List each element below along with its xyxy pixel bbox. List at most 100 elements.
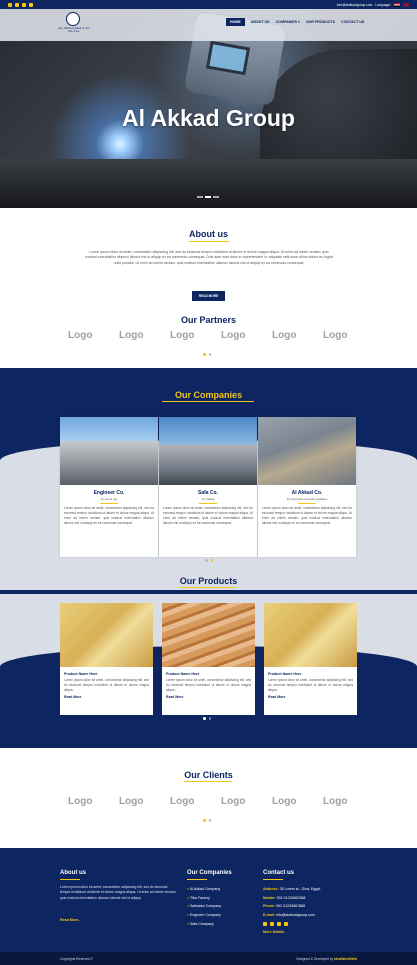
email-value[interactable]: info@alakkadgroup.com bbox=[276, 913, 315, 917]
product-read-more-link[interactable]: Read More bbox=[60, 693, 153, 701]
product-card[interactable]: Product Name Here Lorem ipsum dolor sit … bbox=[60, 603, 153, 715]
hero-slider-dots bbox=[197, 196, 219, 198]
footer-read-more-link[interactable]: Read More.. bbox=[60, 918, 80, 922]
company-photo bbox=[159, 417, 257, 485]
partner-logo[interactable]: Logo bbox=[68, 330, 92, 341]
email-label: E-mail: bbox=[263, 912, 275, 917]
company-description: Lorem ipsum dolor sit amet, consectetur … bbox=[64, 506, 154, 525]
carousel-dot[interactable] bbox=[208, 819, 211, 822]
client-logo[interactable]: Logo bbox=[170, 796, 194, 807]
nav-our-products[interactable]: OUR PRODUCTS bbox=[306, 20, 335, 24]
partner-logo[interactable]: Logo bbox=[170, 330, 194, 341]
youtube-icon[interactable] bbox=[22, 2, 26, 7]
slider-dot[interactable] bbox=[213, 196, 219, 198]
facebook-icon[interactable] bbox=[8, 2, 12, 7]
carousel-dot-active[interactable] bbox=[203, 353, 206, 356]
address-value: 35 Lorem st., Giza, Egypt. bbox=[279, 887, 322, 891]
carousel-dot[interactable] bbox=[208, 717, 211, 720]
youtube-icon[interactable] bbox=[277, 922, 281, 926]
partner-logo[interactable]: Logo bbox=[119, 330, 143, 341]
more-details-link[interactable]: More Details bbox=[263, 930, 284, 934]
carousel-dot[interactable] bbox=[208, 353, 211, 356]
about-underline bbox=[189, 241, 229, 242]
company-card-engineer[interactable]: Engineer Co. for imp & exp Lorem ipsum d… bbox=[60, 417, 158, 557]
client-logo[interactable]: Logo bbox=[272, 796, 296, 807]
english-flag-icon[interactable] bbox=[403, 2, 409, 7]
product-description: Lorem ipsum dolor sit amet, consectetur … bbox=[268, 678, 353, 692]
client-logo[interactable]: Logo bbox=[119, 796, 143, 807]
read-more-button[interactable]: READ MORE bbox=[192, 291, 225, 301]
footer-about-text: Lorem ipsum dolor sit amet, consectetur … bbox=[60, 885, 177, 900]
companies-dots bbox=[205, 559, 213, 562]
phone-label: Phone: bbox=[263, 904, 276, 909]
footer-company-link[interactable]: Safwalan Company bbox=[187, 902, 221, 911]
company-logo[interactable] bbox=[66, 12, 80, 26]
company-card-safa[interactable]: Safa Co. for trading Lorem ipsum dolor s… bbox=[159, 417, 257, 557]
partners-title: Our Partners bbox=[180, 315, 237, 325]
footer-underline bbox=[263, 879, 283, 880]
company-name: Al Akkad Co. bbox=[291, 490, 323, 496]
address-label: Address: bbox=[263, 887, 279, 891]
company-photo bbox=[60, 417, 158, 485]
hero-banner: Eng. Salwan & Akkad Co. For Sub. & Ins. … bbox=[0, 9, 417, 208]
designer-link[interactable]: IdealWorldWeb bbox=[334, 957, 357, 961]
client-logo[interactable]: Logo bbox=[323, 796, 347, 807]
product-description: Lorem ipsum dolor sit amet, consectetur … bbox=[64, 678, 149, 692]
clients-title: Our Clients bbox=[184, 770, 233, 780]
partner-logo[interactable]: Logo bbox=[221, 330, 245, 341]
footer-company-link[interactable]: Safa Company bbox=[187, 920, 221, 929]
client-logos: Logo Logo Logo Logo Logo Logo bbox=[68, 796, 347, 807]
social-links bbox=[8, 2, 33, 7]
footer-company-link[interactable]: Tiba Factory bbox=[187, 894, 221, 903]
product-card[interactable]: Product Name Here Lorem ipsum dolor sit … bbox=[264, 603, 357, 715]
twitter-icon[interactable] bbox=[15, 2, 19, 7]
carousel-dot-active[interactable] bbox=[210, 559, 213, 562]
footer-companies-list: Al Akkad Company Tiba Factory Safwalan C… bbox=[187, 885, 221, 928]
nav-companies[interactable]: COMPANIES ▾ bbox=[276, 20, 300, 24]
client-logo[interactable]: Logo bbox=[221, 796, 245, 807]
product-photo bbox=[264, 603, 357, 667]
company-name: Engineer Co. bbox=[93, 490, 125, 496]
partner-logo[interactable]: Logo bbox=[272, 330, 296, 341]
company-divider bbox=[298, 503, 316, 504]
company-subtitle: for trading bbox=[201, 497, 215, 501]
language-label: Language: bbox=[375, 2, 391, 7]
email-link[interactable]: info@alakkadgroup.com bbox=[337, 3, 373, 7]
nav-contact-us[interactable]: CONTACT US bbox=[341, 20, 364, 24]
footer-contact-title: Contact us bbox=[263, 870, 295, 876]
nav-home[interactable]: HOME bbox=[226, 18, 245, 26]
company-divider bbox=[199, 503, 217, 504]
google-plus-icon[interactable] bbox=[284, 922, 288, 926]
partner-logo[interactable]: Logo bbox=[323, 330, 347, 341]
about-text: Lorem ipsum dolor sit amet, consectetur … bbox=[85, 250, 333, 265]
product-card[interactable]: Product Name Here Lorem ipsum dolor sit … bbox=[162, 603, 255, 715]
twitter-icon[interactable] bbox=[270, 922, 274, 926]
slider-dot[interactable] bbox=[197, 196, 203, 198]
company-divider bbox=[100, 503, 118, 504]
facebook-icon[interactable] bbox=[263, 922, 267, 926]
companies-title: Our Companies bbox=[174, 390, 242, 400]
clients-underline bbox=[184, 781, 232, 782]
product-name: Product Name Here bbox=[166, 672, 200, 676]
footer-underline bbox=[187, 879, 207, 880]
product-photo bbox=[60, 603, 153, 667]
copyright-bar: Copyrights Reserved © Designed & Develop… bbox=[0, 952, 417, 965]
carousel-dot-active[interactable] bbox=[203, 819, 206, 822]
arabic-flag-icon[interactable] bbox=[394, 2, 400, 7]
client-logo[interactable]: Logo bbox=[68, 796, 92, 807]
product-read-more-link[interactable]: Read More bbox=[264, 693, 357, 701]
companies-underline bbox=[162, 401, 254, 402]
footer-companies-title: Our Companies bbox=[187, 870, 232, 876]
footer-company-link[interactable]: Al Akkad Company bbox=[187, 885, 221, 894]
carousel-dot-active[interactable] bbox=[203, 717, 206, 720]
footer-company-link[interactable]: Engineer Company bbox=[187, 911, 221, 920]
slider-dot-active[interactable] bbox=[205, 196, 211, 198]
product-read-more-link[interactable]: Read More bbox=[162, 693, 255, 701]
google-plus-icon[interactable] bbox=[29, 2, 33, 7]
nav-about-us[interactable]: ABOUT US bbox=[251, 20, 270, 24]
carousel-dot[interactable] bbox=[205, 559, 208, 562]
product-description: Lorem ipsum dolor sit amet, consectetur … bbox=[166, 678, 251, 692]
product-name: Product Name Here bbox=[268, 672, 302, 676]
footer-contact-info: Address: 35 Lorem st., Giza, Egypt. Mobi… bbox=[263, 885, 321, 920]
company-card-alakkad[interactable]: Al Akkad Co. For thermal & acoustic insu… bbox=[258, 417, 356, 557]
